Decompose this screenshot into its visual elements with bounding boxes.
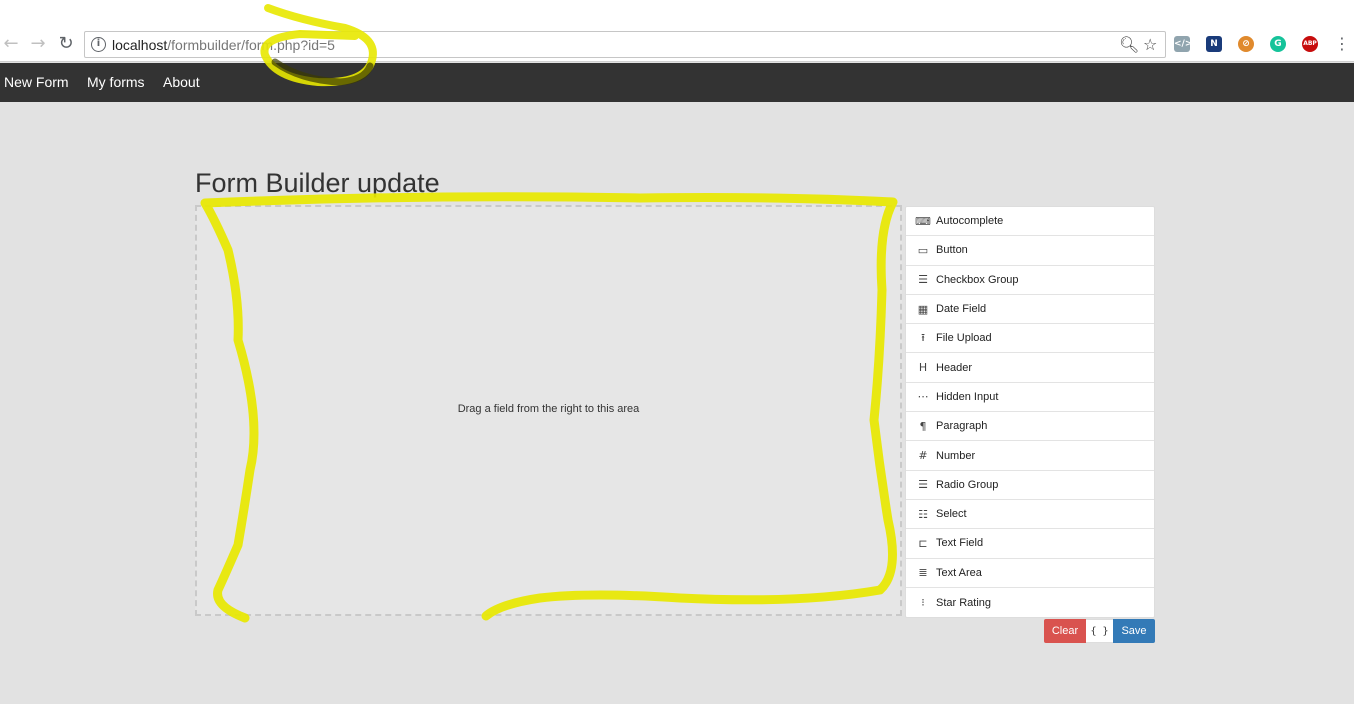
control-label: Text Field (936, 537, 984, 550)
url-path: /formbuilder/form.php?id=5 (167, 37, 335, 53)
nav-my-forms[interactable]: My forms (87, 74, 145, 90)
button-icon: ▭ (917, 243, 929, 257)
nav-about[interactable]: About (163, 74, 200, 90)
control-label: Checkbox Group (936, 273, 1019, 286)
control-paragraph[interactable]: ¶ Paragraph (906, 412, 1154, 442)
control-label: Select (936, 508, 967, 521)
bike-extension-icon[interactable]: ⊘ (1238, 36, 1254, 52)
browser-menu-icon[interactable]: ⋮ (1334, 34, 1350, 53)
n-extension-icon[interactable]: N (1206, 36, 1222, 52)
forward-arrow-icon[interactable]: → (27, 32, 49, 54)
control-label: Star Rating (936, 596, 992, 609)
calendar-icon: ▦ (917, 302, 929, 316)
code-extension-icon[interactable]: </> (1174, 36, 1192, 52)
control-label: Header (936, 361, 973, 374)
control-label: Button (936, 244, 968, 257)
paragraph-icon: ¶ (919, 419, 927, 433)
select-icon: ☷ (918, 507, 928, 521)
control-star-rating[interactable]: ⁝ Star Rating (906, 588, 1154, 617)
header-icon: H (918, 361, 928, 375)
control-file-upload[interactable]: ⭱ File Upload (906, 324, 1154, 354)
clear-button[interactable]: Clear (1044, 619, 1086, 643)
radio-group-icon: ☰ (918, 478, 928, 492)
control-label: Autocomplete (936, 215, 1004, 228)
text-field-icon: ⊏ (918, 536, 928, 550)
url-text[interactable]: localhost/formbuilder/form.php?id=5 (112, 37, 335, 53)
control-checkbox-group[interactable]: ☰ Checkbox Group (906, 266, 1154, 295)
control-text-area[interactable]: ≣ Text Area (906, 559, 1154, 588)
control-button[interactable]: ▭ Button (906, 236, 1154, 266)
hidden-input-icon: ⋯ (917, 390, 929, 404)
reload-icon[interactable]: ↻ (55, 32, 77, 54)
address-bar[interactable]: i localhost/formbuilder/form.php?id=5 🔍︎… (84, 31, 1166, 58)
checkbox-group-icon: ☰ (918, 273, 928, 287)
control-hidden-input[interactable]: ⋯ Hidden Input (906, 383, 1154, 413)
control-label: Date Field (936, 303, 987, 316)
text-area-icon: ≣ (918, 566, 928, 580)
form-stage-dropzone[interactable]: Drag a field from the right to this area (195, 205, 902, 616)
control-select[interactable]: ☷ Select (906, 500, 1154, 530)
control-header[interactable]: H Header (906, 353, 1154, 383)
save-button[interactable]: Save (1113, 619, 1155, 643)
control-label: File Upload (936, 332, 992, 345)
bookmark-star-icon[interactable]: ☆ (1143, 35, 1157, 54)
number-icon: # (918, 449, 928, 463)
app-navbar: New Form My forms About (0, 63, 1354, 102)
field-controls-panel: ⌨ Autocomplete ▭ Button ☰ Checkbox Group ▦ Date… (905, 206, 1155, 619)
adblock-icon[interactable]: ABP (1302, 36, 1318, 52)
grammarly-icon[interactable]: G (1270, 36, 1286, 52)
nav-new-form[interactable]: New Form (4, 74, 69, 90)
browser-chrome: ← → ↻ i localhost/formbuilder/form.php?i… (0, 0, 1354, 62)
back-arrow-icon[interactable]: ← (0, 32, 22, 54)
control-radio-group[interactable]: ☰ Radio Group (906, 471, 1154, 500)
url-host: localhost (112, 37, 168, 53)
control-label: Paragraph (936, 420, 988, 433)
control-number[interactable]: # Number (906, 441, 1154, 471)
page-title: Form Builder update (195, 168, 440, 198)
form-actions: Clear { } Save (1044, 619, 1155, 643)
stage-hint: Drag a field from the right to this area (457, 403, 640, 415)
control-label: Radio Group (936, 478, 999, 491)
info-icon[interactable]: i (91, 37, 106, 52)
autocomplete-icon: ⌨ (915, 214, 931, 228)
control-autocomplete[interactable]: ⌨ Autocomplete (906, 207, 1154, 237)
zoom-icon[interactable]: 🔍︎ (1119, 35, 1139, 54)
control-label: Hidden Input (936, 390, 999, 403)
control-text-field[interactable]: ⊏ Text Field (906, 529, 1154, 559)
upload-icon: ⭱ (921, 330, 925, 344)
control-label: Number (936, 449, 976, 462)
control-label: Text Area (936, 566, 982, 579)
control-date-field[interactable]: ▦ Date Field (906, 295, 1154, 325)
view-data-button[interactable]: { } (1086, 619, 1113, 643)
star-rating-icon: ⁝ (921, 596, 925, 609)
